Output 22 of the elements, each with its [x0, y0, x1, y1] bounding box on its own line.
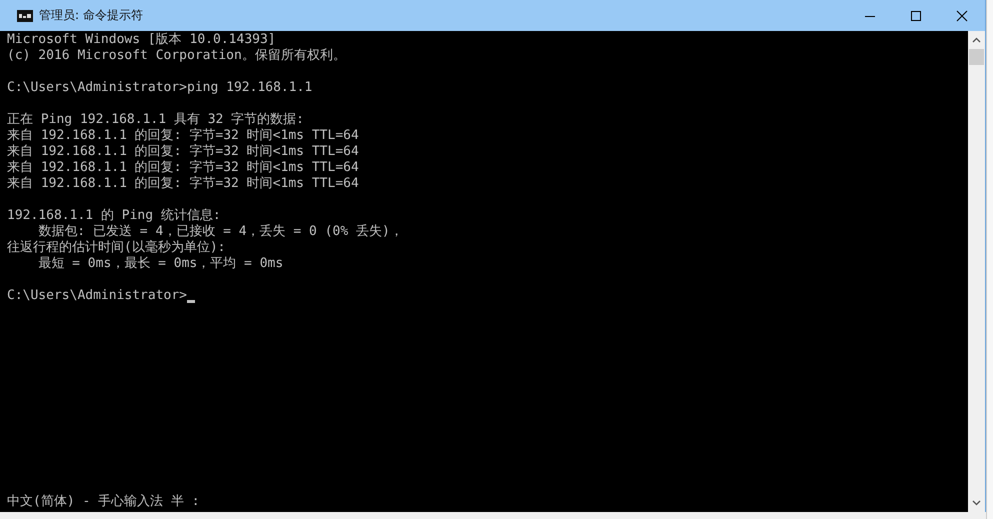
console-line: 往返行程的估计时间(以毫秒为单位):	[7, 240, 226, 256]
console-line: C:\Users\Administrator>	[7, 288, 188, 304]
maximize-icon[interactable]	[910, 10, 922, 22]
scroll-up-icon[interactable]	[972, 37, 981, 43]
scroll-down-icon[interactable]	[972, 500, 981, 506]
console-line: (c) 2016 Microsoft Corporation。保留所有权利。	[7, 48, 346, 64]
ime-status: 中文(简体) - 手心输入法 半 :	[7, 494, 201, 510]
scrollbar[interactable]	[968, 31, 985, 512]
console-line: 正在 Ping 192.168.1.1 具有 32 字节的数据:	[7, 112, 304, 128]
console-line: 192.168.1.1 的 Ping 统计信息:	[7, 208, 221, 224]
console-line: 最短 = 0ms，最长 = 0ms，平均 = 0ms	[37, 256, 284, 272]
window-title: 管理员: 命令提示符	[39, 7, 143, 24]
console-line: 来自 192.168.1.1 的回复: 字节=32 时间<1ms TTL=64	[7, 160, 359, 176]
console-line: Microsoft Windows [版本 10.0.14393]	[7, 32, 276, 48]
console-line: 数据包: 已发送 = 4，已接收 = 4，丢失 = 0 (0% 丢失)，	[37, 224, 403, 240]
console-line: C:\Users\Administrator>ping 192.168.1.1	[7, 80, 312, 96]
console-line: 来自 192.168.1.1 的回复: 字节=32 时间<1ms TTL=64	[7, 144, 359, 160]
close-icon[interactable]	[956, 10, 968, 22]
console-icon	[17, 10, 33, 22]
scroll-thumb[interactable]	[969, 49, 984, 65]
console-line: 来自 192.168.1.1 的回复: 字节=32 时间<1ms TTL=64	[7, 176, 359, 192]
console-line: 来自 192.168.1.1 的回复: 字节=32 时间<1ms TTL=64	[7, 128, 359, 144]
